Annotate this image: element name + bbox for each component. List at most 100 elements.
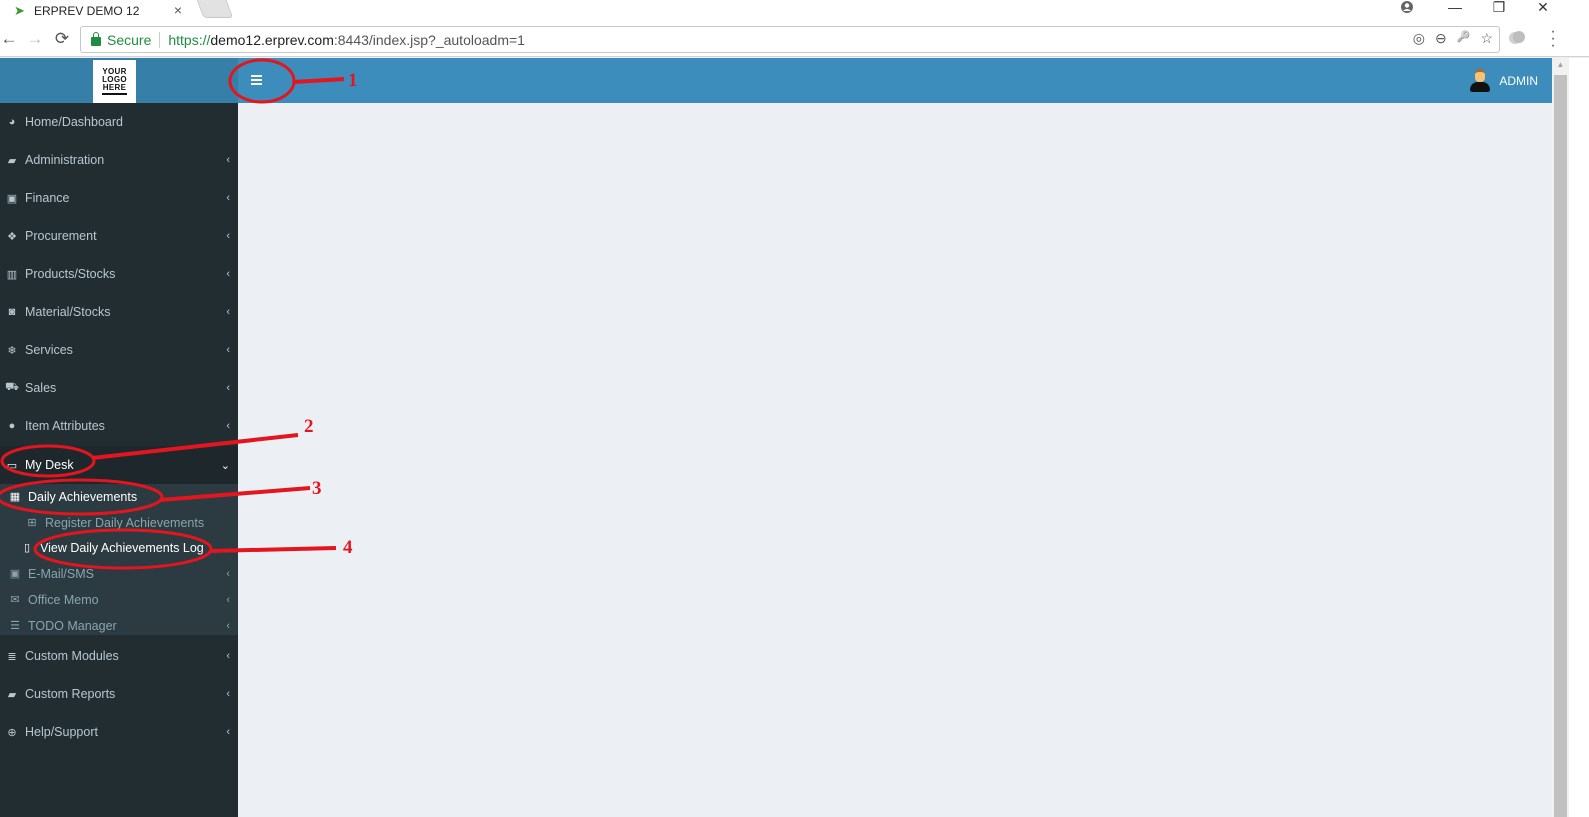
bookmark-star-icon[interactable]: ☆	[1480, 30, 1493, 47]
submenu-item-label: E-Mail/SMS	[28, 566, 94, 581]
sidebar-item-custom-reports[interactable]: ▰ Custom Reports ‹	[0, 675, 238, 713]
submenu-item-label: Office Memo	[28, 592, 99, 607]
annotation-label-4: 4	[343, 537, 353, 558]
reload-button[interactable]: ⟳	[51, 29, 73, 49]
tab-title: ERPREV DEMO 12	[34, 4, 140, 18]
browser-tab[interactable]: ➤ ERPREV DEMO 12 ×	[4, 0, 194, 22]
chevron-left-icon: ‹	[226, 230, 230, 242]
submenu-item-daily-achievements[interactable]: ▦ Daily Achievements	[0, 484, 238, 509]
address-bar[interactable]: Secure https://demo12.erprev.com:8443/in…	[80, 26, 1500, 53]
location-icon[interactable]: ◎	[1413, 30, 1425, 47]
submenu-item-label: Daily Achievements	[28, 489, 138, 504]
server-icon: ☰	[10, 620, 20, 632]
omnibox-icons: ◎ ⊖ 🔑 ☆	[1413, 30, 1493, 47]
annotation-label-3: 3	[312, 478, 322, 499]
life-ring-icon: ⊕	[7, 726, 17, 739]
user-avatar-icon	[1469, 69, 1491, 93]
snowflake-icon: ❄	[7, 344, 17, 357]
sidebar-item-item-attributes[interactable]: ● Item Attributes ‹	[0, 407, 238, 445]
sidebar-item-label: Material/Stocks	[25, 305, 111, 319]
scroll-up-arrow-icon[interactable]: ▲	[1552, 60, 1569, 72]
browser-toolbar: ← → ⟳ Secure https://demo12.erprev.com:8…	[0, 22, 1589, 57]
sidebar-item-my-desk[interactable]: ▭ My Desk ⌄	[0, 446, 238, 484]
url-host: demo12.erprev.com	[210, 31, 334, 48]
chevron-left-icon: ‹	[226, 650, 230, 662]
calendar-plus-icon: ⊞	[27, 517, 37, 529]
chevron-left-icon: ‹	[226, 567, 230, 580]
hamburger-icon-bar	[251, 75, 262, 77]
sidebar-item-help-support[interactable]: ⊕ Help/Support ‹	[0, 713, 238, 751]
url-text[interactable]: https://demo12.erprev.com:8443/index.jsp…	[168, 32, 525, 48]
user-name: ADMIN	[1499, 74, 1538, 88]
sidebar-item-label: Finance	[25, 191, 70, 205]
sidebar-item-finance[interactable]: ▣ Finance ‹	[0, 179, 238, 217]
dashboard-icon: ◕	[8, 116, 16, 128]
ticket-icon: ▰	[7, 154, 17, 167]
chevron-left-icon: ‹	[226, 688, 230, 700]
sidebar-toggle-button[interactable]	[248, 72, 264, 88]
tab-close-icon[interactable]: ×	[174, 2, 182, 18]
user-menu[interactable]: ADMIN	[1469, 69, 1538, 93]
sidebar-item-label: Home/Dashboard	[25, 115, 123, 129]
submenu-item-todo-manager[interactable]: ☰ TODO Manager ‹	[0, 613, 238, 638]
sidebar-item-label: Services	[25, 343, 73, 357]
sidebar-item-administration[interactable]: ▰ Administration ‹	[0, 141, 238, 179]
sidebar-item-label: Administration	[25, 153, 105, 167]
sidebar-item-label: Procurement	[25, 229, 97, 243]
close-window-button[interactable]: ✕	[1528, 0, 1558, 18]
submenu-item-register-daily-achievements[interactable]: ⊞ Register Daily Achievements	[0, 510, 238, 535]
sidebar-item-material-stocks[interactable]: ◙ Material/Stocks ‹	[0, 293, 238, 331]
sidebar-item-label: Products/Stocks	[25, 267, 116, 281]
chevron-left-icon: ‹	[226, 268, 230, 280]
bird-favicon-icon: ➤	[14, 3, 25, 18]
sidebar-item-label: Sales	[25, 381, 57, 395]
company-logo[interactable]: YOUR LOGO HERE	[93, 60, 136, 103]
annotation-label-2: 2	[304, 416, 314, 437]
key-icon[interactable]: 🔑	[1457, 30, 1471, 47]
attributes-icon: ●	[8, 420, 16, 432]
hamburger-icon-bar	[251, 83, 262, 85]
chevron-left-icon: ‹	[226, 593, 230, 606]
page-scrollbar[interactable]: ▲	[1552, 58, 1569, 817]
new-tab-button[interactable]	[196, 0, 234, 18]
submenu-item-office-memo[interactable]: ✉ Office Memo ‹	[0, 587, 238, 612]
submenu-item-email-sms[interactable]: ▣ E-Mail/SMS ‹	[0, 561, 238, 586]
browser-menu-icon[interactable]: · · ·	[1548, 24, 1558, 54]
logo-line: HERE	[102, 83, 127, 92]
chevron-left-icon: ‹	[226, 619, 230, 632]
zoom-out-icon[interactable]: ⊖	[1435, 30, 1447, 47]
sidebar-item-procurement[interactable]: ❖ Procurement ‹	[0, 217, 238, 255]
submenu-item-label: TODO Manager	[28, 618, 117, 633]
forward-button[interactable]: →	[24, 29, 46, 49]
sidebar-item-home-dashboard[interactable]: ◕ Home/Dashboard	[0, 103, 238, 141]
chevron-left-icon: ‹	[226, 344, 230, 356]
window-edge	[1569, 58, 1589, 817]
chevron-left-icon: ‹	[226, 726, 230, 738]
scrollbar-thumb[interactable]	[1554, 75, 1567, 817]
mail-box-icon: ▣	[9, 568, 21, 580]
restore-button[interactable]: ❐	[1484, 0, 1514, 18]
url-scheme: https://	[168, 31, 211, 48]
sidebar-item-label: My Desk	[25, 458, 74, 472]
submenu-item-label: View Daily Achievements Log	[40, 540, 204, 555]
sidebar-item-services[interactable]: ❄ Services ‹	[0, 331, 238, 369]
profile-icon[interactable]	[1392, 0, 1422, 18]
lock-icon	[91, 32, 101, 46]
submenu-item-view-daily-achievements-log[interactable]: ▯ View Daily Achievements Log	[0, 535, 238, 560]
hamburger-icon-bar	[251, 79, 262, 81]
sidebar-item-custom-modules[interactable]: ≣ Custom Modules ‹	[0, 637, 238, 675]
calendar-icon: ▦	[9, 491, 21, 503]
chevron-left-icon: ‹	[226, 154, 230, 166]
back-button[interactable]: ←	[0, 29, 20, 49]
my-desk-submenu: ▦ Daily Achievements ⊞ Register Daily Ac…	[0, 484, 238, 635]
annotation-label-1: 1	[348, 70, 358, 91]
minimize-button[interactable]: —	[1440, 0, 1470, 18]
browser-tab-bar: ➤ ERPREV DEMO 12 × — ❐ ✕	[0, 0, 1589, 22]
cubes-icon: ❖	[7, 230, 17, 243]
building-icon: ▥	[6, 268, 18, 281]
extension-icon[interactable]	[1508, 30, 1528, 48]
logo-area: YOUR LOGO HERE	[0, 58, 238, 103]
sidebar-item-sales[interactable]: ⛟ Sales ‹	[0, 369, 238, 407]
envelope-icon: ✉	[10, 594, 20, 606]
sidebar-item-products-stocks[interactable]: ▥ Products/Stocks ‹	[0, 255, 238, 293]
